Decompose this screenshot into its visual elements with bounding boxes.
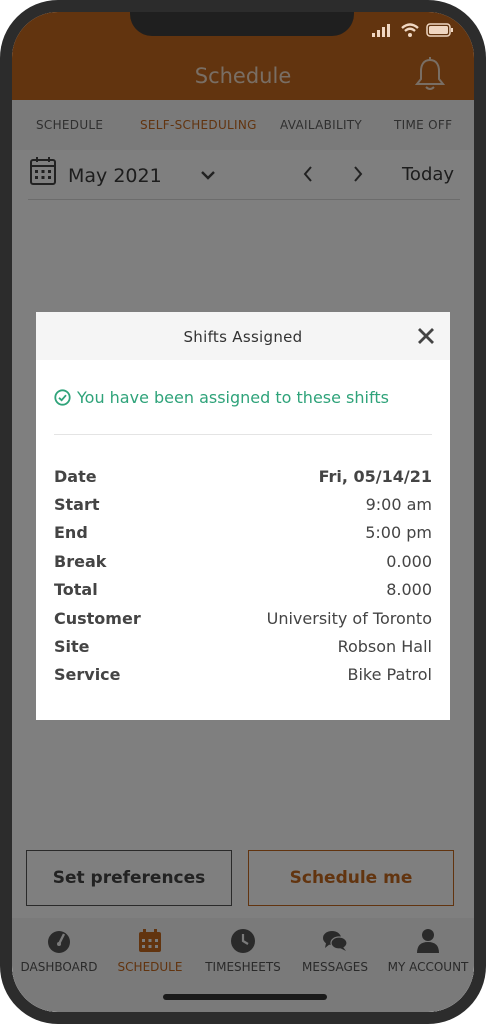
detail-value: Robson Hall [337, 637, 432, 657]
detail-label: Date [54, 466, 97, 486]
detail-value: Fri, 05/14/21 [318, 466, 432, 486]
detail-label: Break [54, 551, 107, 571]
detail-value: Bike Patrol [347, 665, 432, 685]
check-circle-icon [54, 389, 71, 406]
phone-frame: Schedule SCHEDULE SELF-SCHEDULING AVAILA… [0, 0, 486, 1024]
detail-label: Customer [54, 608, 141, 628]
detail-label: End [54, 523, 88, 543]
signal-icon [372, 24, 390, 37]
detail-label: Site [54, 637, 90, 657]
shift-details: Date Fri, 05/14/21 Start 9:00 am End 5:0… [54, 462, 432, 689]
dialog-title: Shifts Assigned [183, 328, 303, 346]
wifi-icon [401, 23, 419, 37]
battery-icon [426, 23, 453, 37]
detail-label: Start [54, 495, 100, 515]
detail-row-break: Break 0.000 [54, 547, 432, 575]
success-message: You have been assigned to these shifts [54, 388, 389, 407]
detail-row-site: Site Robson Hall [54, 632, 432, 660]
detail-row-total: Total 8.000 [54, 576, 432, 604]
home-indicator[interactable] [163, 994, 327, 1000]
status-bar [372, 22, 454, 38]
detail-row-end: End 5:00 pm [54, 519, 432, 547]
app-screen: Schedule SCHEDULE SELF-SCHEDULING AVAILA… [12, 12, 474, 1012]
success-message-text: You have been assigned to these shifts [77, 388, 389, 407]
detail-value: 9:00 am [365, 495, 432, 515]
close-icon[interactable] [416, 326, 436, 346]
divider [54, 434, 432, 435]
detail-label: Service [54, 665, 121, 685]
detail-value: 5:00 pm [365, 523, 432, 543]
detail-row-start: Start 9:00 am [54, 490, 432, 518]
detail-label: Total [54, 580, 98, 600]
detail-row-date: Date Fri, 05/14/21 [54, 462, 432, 490]
detail-row-service: Service Bike Patrol [54, 661, 432, 689]
detail-value: University of Toronto [266, 608, 432, 628]
detail-row-customer: Customer University of Toronto [54, 604, 432, 632]
detail-value: 8.000 [386, 580, 432, 600]
detail-value: 0.000 [386, 551, 432, 571]
device-notch [130, 12, 354, 36]
shifts-assigned-dialog: Shifts Assigned You have been assigned t… [36, 312, 450, 720]
dialog-header: Shifts Assigned [36, 312, 450, 360]
